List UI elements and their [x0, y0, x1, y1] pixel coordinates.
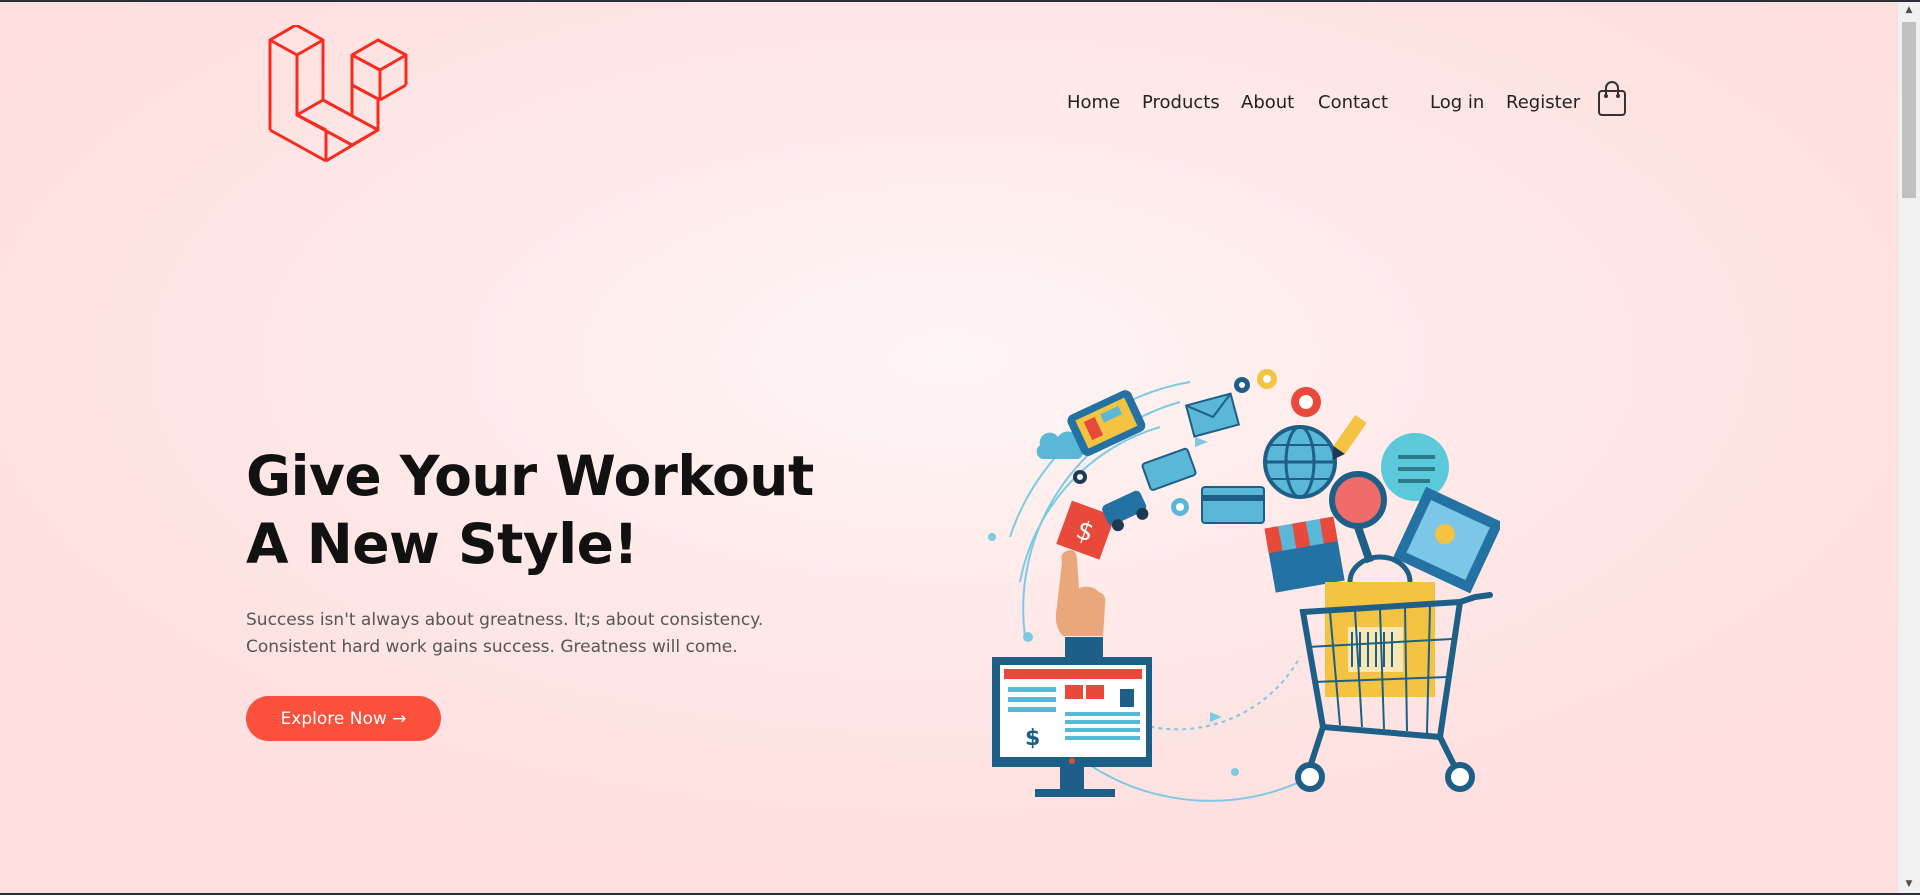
hero-title: Give Your Workout A New Style! [246, 442, 814, 578]
nav-home-link[interactable]: Home [1067, 88, 1120, 118]
hero-title-line-2: A New Style! [246, 512, 638, 576]
online-shopping-illustration: $ $ [988, 369, 1500, 802]
scroll-down-icon[interactable]: ▼ [1898, 876, 1920, 893]
login-link[interactable]: Log in [1430, 88, 1484, 118]
register-link[interactable]: Register [1506, 88, 1580, 118]
nav-contact-link[interactable]: Contact [1318, 88, 1388, 118]
nav-products-link[interactable]: Products [1142, 88, 1220, 118]
page-viewport: Home Products About Contact Log in Regis… [0, 2, 1898, 893]
vertical-scrollbar[interactable]: ▲ ▼ [1897, 2, 1920, 893]
scrollbar-thumb[interactable] [1902, 22, 1916, 198]
nav-about-link[interactable]: About [1241, 88, 1294, 118]
laravel-logo-icon[interactable] [268, 25, 410, 171]
shopping-bag-icon[interactable] [1597, 81, 1627, 117]
hero-description: Success isn't always about greatness. It… [246, 610, 764, 657]
scroll-up-icon[interactable]: ▲ [1898, 2, 1920, 19]
explore-now-button[interactable]: Explore Now → [246, 696, 441, 741]
hero-title-line-1: Give Your Workout [246, 444, 814, 508]
svg-text:$: $ [1025, 726, 1040, 751]
